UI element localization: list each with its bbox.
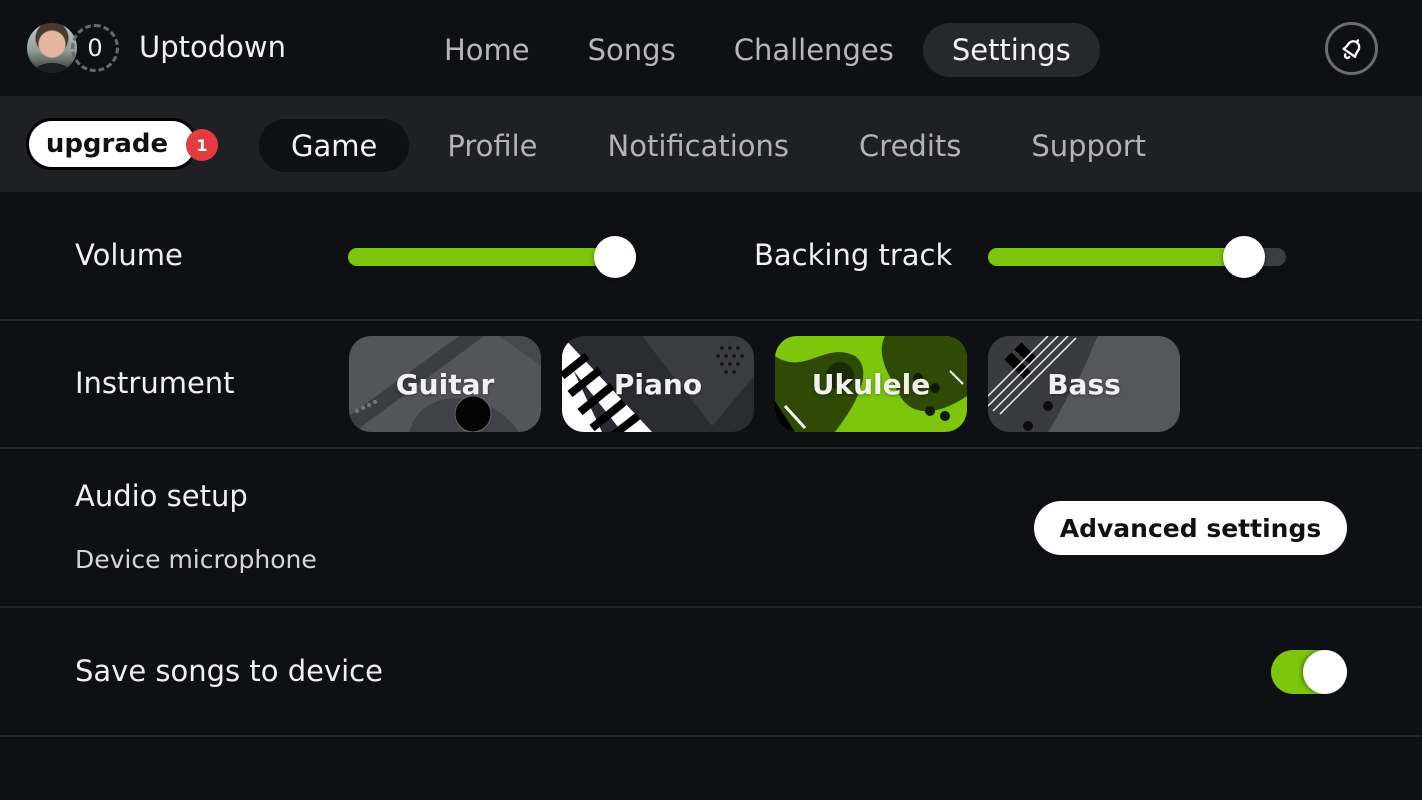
backing-track-label: Backing track <box>754 238 953 272</box>
instrument-label-piano: Piano <box>613 367 703 401</box>
toggle-knob <box>1303 650 1347 694</box>
save-songs-toggle[interactable] <box>1271 650 1347 694</box>
tab-notifications[interactable]: Notifications <box>576 119 822 172</box>
audio-device-label: Device microphone <box>75 545 317 574</box>
settings-subnav: upgrade 1 Game Profile Notifications Cre… <box>0 96 1422 192</box>
avatar-shirt <box>35 63 69 73</box>
notifications-button[interactable] <box>1325 22 1378 75</box>
backing-track-fill <box>988 248 1245 266</box>
advanced-settings-button[interactable]: Advanced settings <box>1034 501 1347 555</box>
upgrade-button[interactable]: upgrade <box>26 118 198 170</box>
volume-fill <box>348 248 615 266</box>
volume-thumb[interactable] <box>594 236 636 278</box>
nav-settings[interactable]: Settings <box>922 23 1100 77</box>
instrument-label-bass: Bass <box>1047 367 1121 401</box>
nav-home[interactable]: Home <box>415 23 559 77</box>
save-songs-label: Save songs to device <box>75 654 383 688</box>
level-ring: 0 <box>71 24 119 72</box>
volume-slider[interactable] <box>348 236 636 278</box>
instrument-label-ukulele: Ukulele <box>811 367 931 401</box>
instrument-label: Instrument <box>75 366 235 400</box>
username[interactable]: Uptodown <box>139 30 286 64</box>
main-nav: Home Songs Challenges Settings <box>415 23 1100 77</box>
volume-label: Volume <box>75 238 183 272</box>
instrument-ukulele[interactable]: Ukulele <box>775 336 967 432</box>
upgrade-badge: 1 <box>186 129 218 161</box>
level-value: 0 <box>87 34 103 62</box>
volume-row: Volume Backing track <box>0 192 1422 321</box>
bell-icon <box>1341 38 1360 59</box>
tab-profile[interactable]: Profile <box>415 119 569 172</box>
instrument-bass[interactable]: Bass <box>988 336 1180 432</box>
save-songs-row: Save songs to device <box>0 608 1422 737</box>
tab-credits[interactable]: Credits <box>827 119 993 172</box>
nav-challenges[interactable]: Challenges <box>705 23 923 77</box>
tab-support[interactable]: Support <box>999 119 1178 172</box>
top-bar: 0 Uptodown Home Songs Challenges Setting… <box>0 0 1422 96</box>
tab-game[interactable]: Game <box>259 119 410 172</box>
backing-track-thumb[interactable] <box>1223 236 1266 278</box>
settings-tabs: Game Profile Notifications Credits Suppo… <box>259 119 1184 172</box>
backing-track-slider[interactable] <box>988 236 1286 278</box>
instrument-label-guitar: Guitar <box>395 367 495 401</box>
instrument-piano[interactable]: Piano <box>562 336 754 432</box>
nav-songs[interactable]: Songs <box>559 23 705 77</box>
user-avatar[interactable] <box>27 23 77 73</box>
audio-setup-label: Audio setup <box>75 479 248 513</box>
instrument-guitar[interactable]: Guitar <box>349 336 541 432</box>
